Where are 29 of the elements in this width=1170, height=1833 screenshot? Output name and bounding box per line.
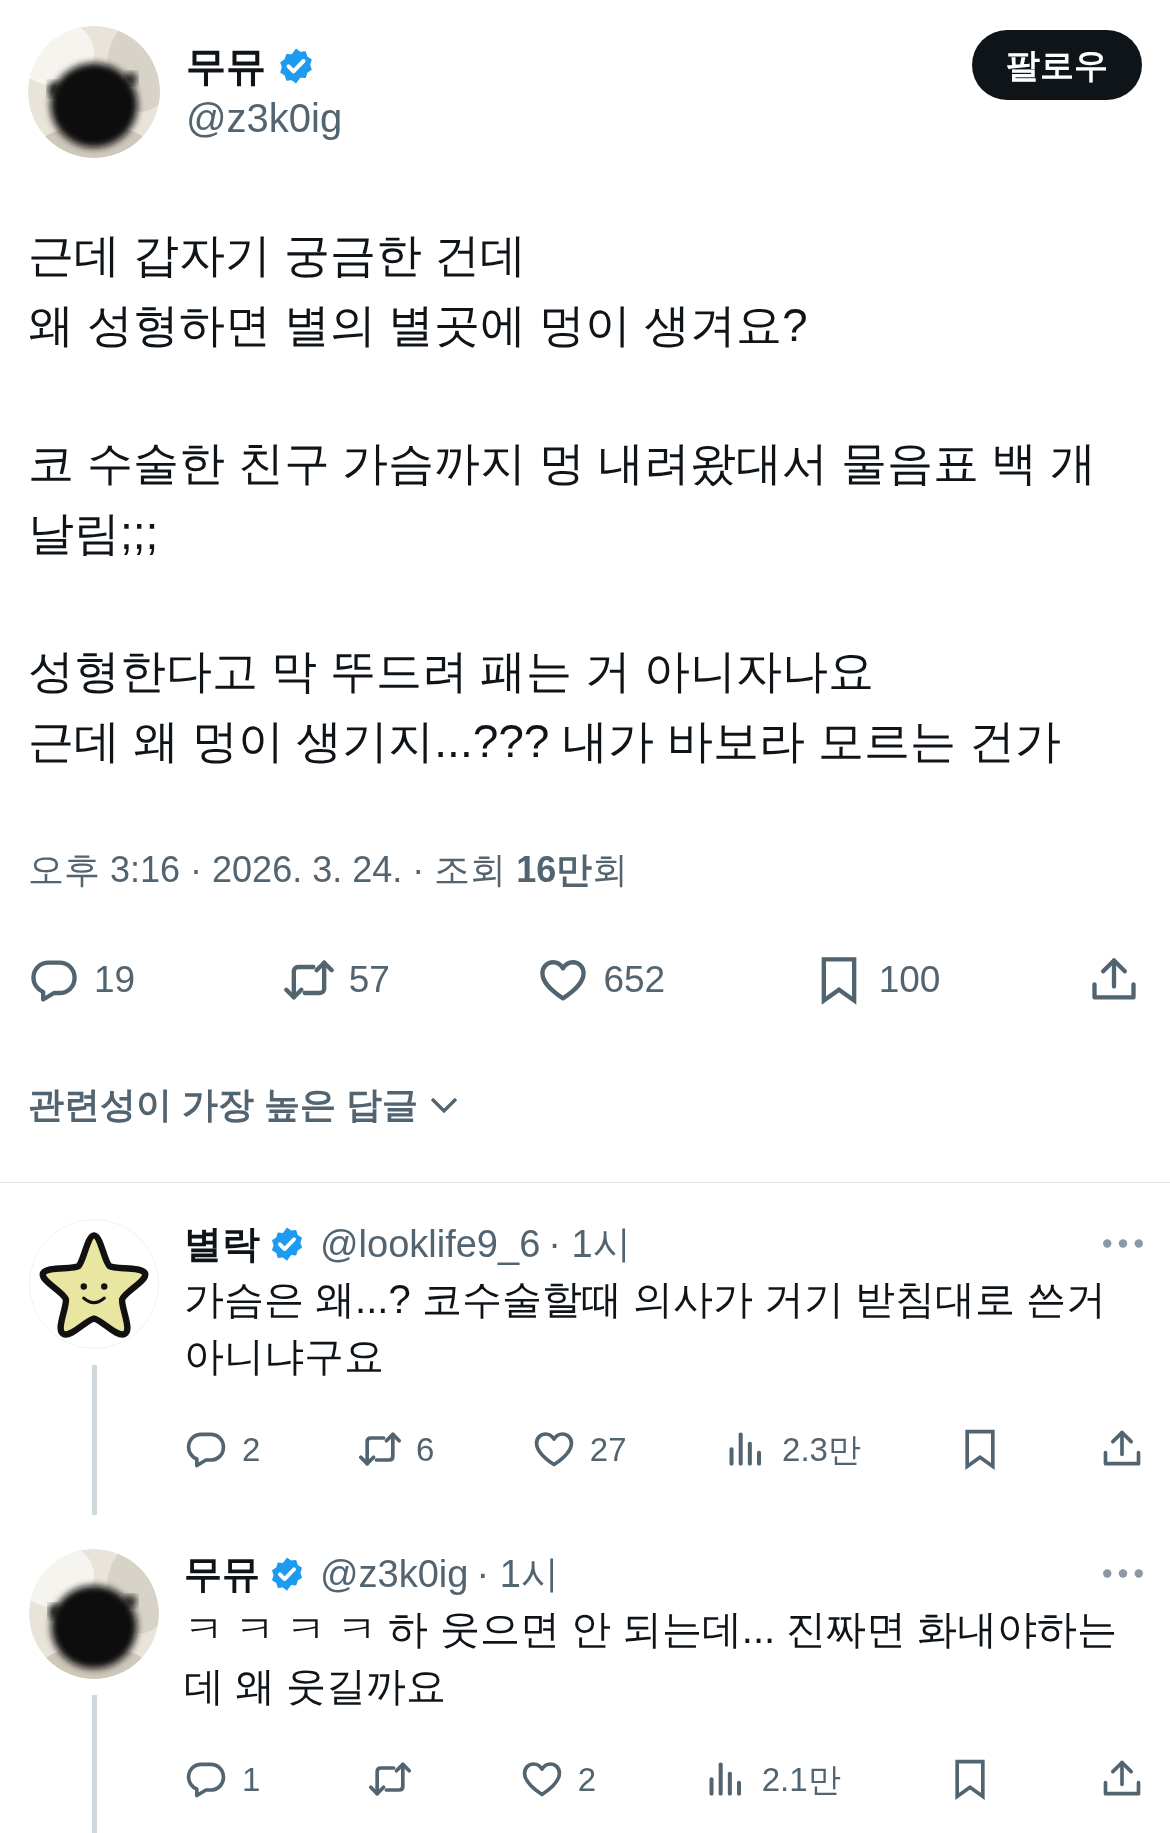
reply-time: · 1시 [476, 1551, 559, 1597]
author-name: 무뮤 [186, 43, 266, 90]
reply-text: 가슴은 왜...? 코수술할때 의사가 거기 받침대로 쓴거 아니냐구요 [184, 1275, 1108, 1380]
tweet-paragraph: 근데 갑자기 궁금한 건데 왜 성형하면 별의 별곳에 멍이 생겨요? [28, 228, 809, 353]
author-handle: @z3k0ig [320, 1551, 469, 1597]
action-count: 57 [348, 958, 390, 1002]
reply-sort-label[interactable]: 관련성이 가장 높은 답글 [28, 1077, 418, 1132]
action-count: 2 [577, 1759, 597, 1800]
action-count: 2 [242, 1429, 261, 1470]
more-options-icon[interactable] [1102, 1568, 1144, 1579]
action-count: 6 [415, 1429, 435, 1470]
action-count: 27 [589, 1429, 627, 1470]
action-count: 652 [603, 958, 666, 1002]
tweet-paragraph: 코 수술한 친구 가슴까지 멍 내려왔대서 물음표 백 개 날림;;; [28, 436, 1098, 561]
action-count: 100 [878, 958, 941, 1002]
author-name: 별락 [184, 1221, 260, 1267]
action-count: 2.3만 [782, 1429, 861, 1470]
more-options-icon[interactable] [1102, 1238, 1144, 1249]
action-count: 19 [94, 958, 136, 1002]
tweet-paragraph: 성형한다고 막 뚜드려 패는 거 아니자나요 근데 왜 멍이 생기지...??? 내가 바보라 모르는 건가 [28, 644, 1062, 769]
action-count: 1 [242, 1759, 261, 1800]
reply-time: · 1시 [548, 1221, 631, 1267]
action-count: 2.1만 [761, 1759, 841, 1800]
follow-button[interactable]: 팔로우 [972, 30, 1142, 100]
reply-text: ㅋ ㅋ ㅋ ㅋ 하 웃으면 안 되는데... 진짜면 화내야하는데 왜 웃길까요 [184, 1605, 1119, 1710]
author-name: 무뮤 [184, 1551, 260, 1597]
author-handle: @z3k0ig [186, 95, 343, 142]
author-handle: @looklife9_6 [320, 1221, 541, 1267]
tweet-metadata: 오후 3:16 · 2026. 3. 24. · 조회 16만회 [28, 848, 630, 892]
